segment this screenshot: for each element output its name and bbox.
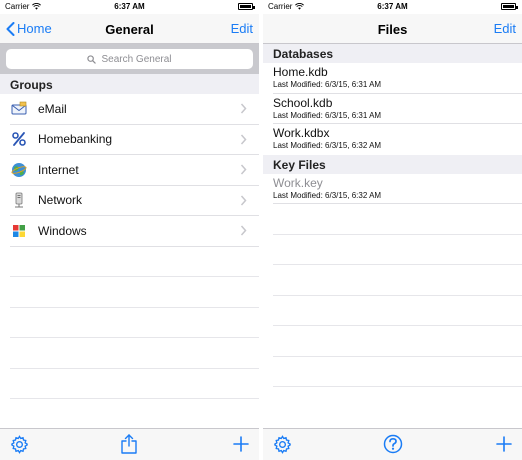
- keyfile-modified: Last Modified: 6/3/15, 6:32 AM: [273, 190, 382, 200]
- status-bar: Carrier 6:37 AM: [263, 0, 522, 14]
- keyfile-name: Work.key: [273, 175, 323, 190]
- status-bar: Carrier 6:37 AM: [0, 0, 259, 14]
- nav-bar: Home General Edit: [0, 14, 259, 44]
- gear-icon[interactable]: [10, 435, 29, 454]
- windows-icon: [10, 222, 28, 240]
- empty-row: [10, 369, 259, 399]
- status-time: 6:37 AM: [114, 2, 145, 11]
- empty-row: [10, 338, 259, 369]
- group-row-email[interactable]: eMail: [10, 94, 259, 125]
- empty-row: [273, 296, 522, 326]
- battery-icon: [238, 3, 255, 10]
- empty-row: [273, 265, 522, 296]
- empty-row: [273, 357, 522, 387]
- files-screen: Carrier 6:37 AM Files Edit Databases Hom…: [263, 0, 522, 460]
- group-row-homebanking[interactable]: Homebanking: [10, 125, 259, 155]
- plus-icon[interactable]: [496, 436, 512, 452]
- database-modified: Last Modified: 6/3/15, 6:32 AM: [273, 141, 382, 150]
- group-label: Internet: [38, 162, 79, 177]
- group-label: Network: [38, 193, 83, 208]
- edit-button[interactable]: Edit: [494, 21, 516, 36]
- group-row-network[interactable]: Network: [10, 186, 259, 216]
- empty-row: [10, 308, 259, 338]
- keyfile-row[interactable]: Work.key Last Modified: 6/3/15, 6:32 AM: [273, 174, 522, 204]
- database-modified: Last Modified: 6/3/15, 6:31 AM: [273, 110, 382, 120]
- group-row-windows[interactable]: Windows: [10, 216, 259, 247]
- gear-icon[interactable]: [273, 435, 292, 454]
- share-icon[interactable]: [120, 433, 138, 455]
- group-row-internet[interactable]: Internet: [10, 155, 259, 186]
- page-title: Files: [377, 22, 408, 37]
- database-name: Work.kdbx: [273, 126, 330, 140]
- chevron-right-icon: [240, 103, 247, 114]
- groups-list: eMail Homebanking Internet Network Windo…: [0, 94, 259, 430]
- database-modified: Last Modified: 6/3/15, 6:31 AM: [273, 80, 382, 89]
- keyfiles-list: Work.key Last Modified: 6/3/15, 6:32 AM: [263, 174, 522, 387]
- battery-icon: [501, 3, 518, 10]
- empty-row: [273, 204, 522, 235]
- database-name: Home.kdb: [273, 65, 328, 79]
- empty-row: [273, 235, 522, 265]
- nav-bar: Files Edit: [263, 14, 522, 44]
- bottom-toolbar: [263, 428, 522, 460]
- databases-list: Home.kdb Last Modified: 6/3/15, 6:31 AM …: [263, 63, 522, 155]
- groups-header: Groups: [0, 74, 259, 94]
- status-time: 6:37 AM: [377, 2, 408, 11]
- network-icon: [10, 191, 28, 209]
- chevron-right-icon: [240, 225, 247, 236]
- percent-icon: [10, 130, 28, 148]
- empty-row: [273, 326, 522, 357]
- empty-row: [10, 247, 259, 277]
- database-row[interactable]: School.kdb Last Modified: 6/3/15, 6:31 A…: [273, 94, 522, 124]
- chevron-right-icon: [240, 195, 247, 205]
- general-screen: Carrier 6:37 AM Home General Edit Search: [0, 0, 259, 460]
- empty-row: [10, 277, 259, 308]
- database-name: School.kdb: [273, 95, 333, 110]
- search-bar: Search General: [0, 44, 259, 74]
- plus-icon[interactable]: [233, 436, 249, 452]
- search-icon: [87, 54, 97, 64]
- empty-row: [10, 399, 259, 430]
- databases-header: Databases: [263, 44, 522, 63]
- group-label: Homebanking: [38, 132, 113, 147]
- chevron-right-icon: [240, 164, 247, 175]
- help-icon[interactable]: [383, 434, 403, 454]
- keyfiles-header: Key Files: [263, 154, 522, 174]
- group-label: eMail: [38, 101, 67, 116]
- globe-icon: [10, 161, 28, 179]
- database-row[interactable]: Home.kdb Last Modified: 6/3/15, 6:31 AM: [273, 63, 522, 94]
- email-icon: [10, 100, 28, 118]
- search-placeholder: Search General: [101, 53, 172, 65]
- page-title: General: [105, 22, 154, 37]
- chevron-right-icon: [240, 134, 247, 144]
- edit-button[interactable]: Edit: [231, 21, 253, 36]
- search-input[interactable]: Search General: [6, 49, 253, 69]
- group-label: Windows: [38, 223, 87, 238]
- bottom-toolbar: [0, 428, 259, 460]
- database-row[interactable]: Work.kdbx Last Modified: 6/3/15, 6:32 AM: [273, 124, 522, 155]
